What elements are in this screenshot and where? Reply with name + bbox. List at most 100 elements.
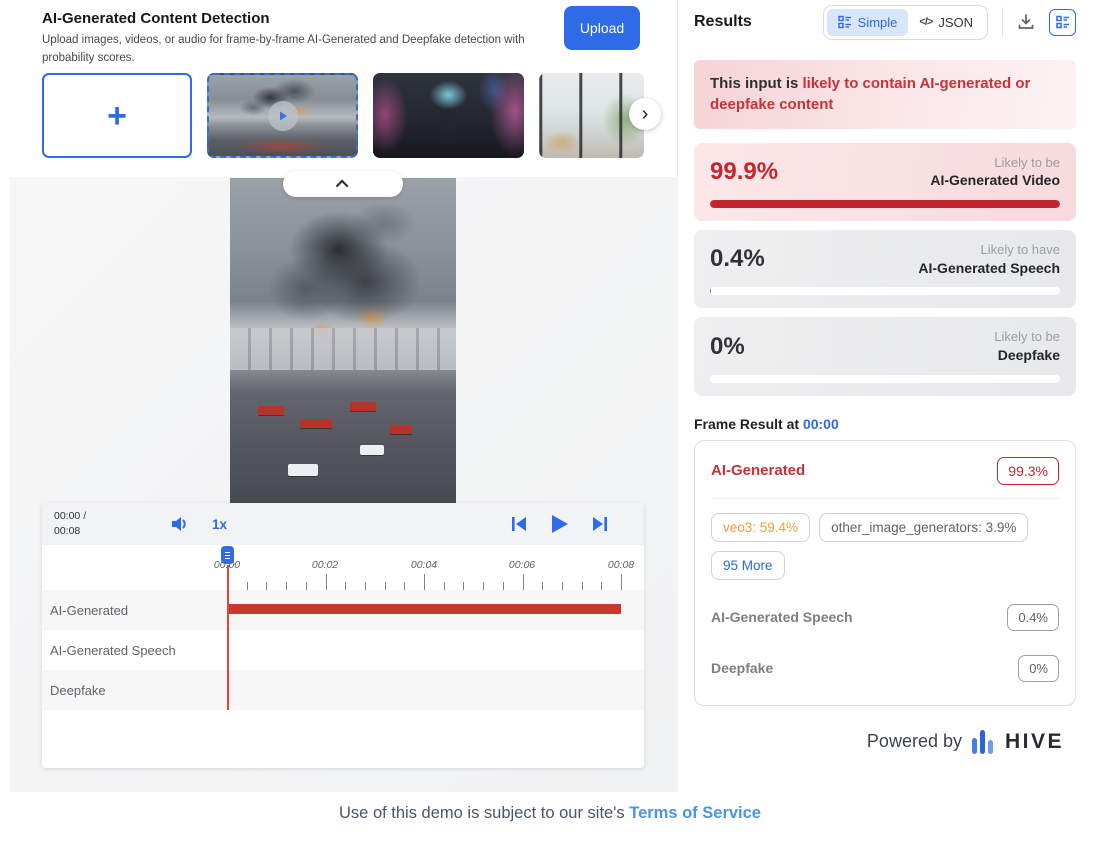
results-panel: Results Simple </> JSON [694,0,1076,754]
video-art-ambulance [288,464,318,476]
ruler-label: 00:04 [411,559,437,571]
video-art-firetruck [350,402,376,411]
skip-start-button[interactable] [511,516,528,532]
score-progress-fill [710,287,711,295]
skip-end-button[interactable] [591,516,608,532]
video-frame-image [230,178,456,503]
alert-prefix: This input is [710,75,803,92]
view-toggle: Simple </> JSON [823,5,988,40]
score-name: AI-Generated Video [930,171,1060,190]
frame-deepfake-row: Deepfake 0% [711,655,1059,682]
frame-deepfake-value-badge: 0% [1018,655,1059,682]
skip-start-icon [511,516,528,532]
score-value: 0% [710,333,745,361]
results-title: Results [694,13,752,31]
timeline-row-label: AI-Generated Speech [50,643,176,658]
toggle-json[interactable]: </> JSON [908,9,984,36]
add-file-button[interactable]: + [42,73,192,158]
timeline-row-label: Deepfake [50,683,106,698]
thumbnail-strip: + [42,73,644,162]
frame-result-label: Frame Result at 00:00 [694,416,1076,432]
chip-veo3[interactable]: veo3: 59.4% [711,513,810,542]
frame-card-divider [711,498,1059,499]
frame-result-card: AI-Generated 99.3% veo3: 59.4% other_ima… [694,440,1076,706]
form-list-icon [838,15,852,29]
score-sublabel: Likely to have [918,241,1060,259]
score-progress-fill [710,200,1060,208]
frame-result-time[interactable]: 00:00 [803,416,839,432]
ruler-label: 00:08 [608,559,634,571]
plus-icon: + [107,99,127,133]
score-value: 99.9% [710,158,778,186]
playback-speed-button[interactable]: 1x [212,517,227,532]
frame-speech-label: AI-Generated Speech [711,609,853,625]
form-list-icon [1056,15,1070,29]
thumbnails-next-button[interactable]: › [629,98,661,130]
download-icon [1017,13,1035,31]
score-card-ai-video: 99.9% Likely to be AI-Generated Video [694,143,1076,221]
toggle-json-label: JSON [938,15,973,30]
chip-more[interactable]: 95 More [711,551,785,580]
timeline-rows: AI-Generated AI-Generated Speech Deepfak… [42,590,644,710]
frame-deepfake-label: Deepfake [711,660,773,676]
header-divider [1002,7,1003,37]
generator-chips: veo3: 59.4% other_image_generators: 3.9%… [711,513,1059,580]
app-root: AI-Generated Content Detection Upload im… [0,0,1100,868]
time-display: 00:00 / 00:08 [54,509,112,539]
timeline-row-ai-speech: AI-Generated Speech [42,630,644,670]
score-card-deepfake: 0% Likely to be Deepfake [694,317,1076,395]
skip-end-icon [591,516,608,532]
media-stage: 00:00 / 00:08 1x [10,177,678,792]
speaker-icon [170,515,190,533]
page-description-line1: Upload images, videos, or audio for fram… [42,34,525,46]
video-art-building [230,328,456,370]
player-card: 00:00 / 00:08 1x [42,503,644,768]
timeline-ruler-ticks[interactable] [227,574,621,590]
detail-view-button[interactable] [1049,9,1076,36]
chip-other-generators[interactable]: other_image_generators: 3.9% [819,513,1028,542]
score-sublabel: Likely to be [994,328,1060,346]
hive-logo-icon [972,730,993,754]
thumbnail-image-cyberpunk[interactable] [373,73,524,158]
page-header: AI-Generated Content Detection Upload im… [0,0,677,68]
ruler-label: 00:02 [312,559,338,571]
frame-speech-row: AI-Generated Speech 0.4% [711,604,1059,631]
timeline-ruler-labels: 00:00 00:02 00:04 00:06 00:08 [42,559,644,573]
upload-button[interactable]: Upload [564,6,640,50]
volume-button[interactable] [170,515,190,533]
footer-text: Use of this demo is subject to our site'… [339,804,629,822]
collapse-preview-button[interactable] [283,171,403,197]
score-progress-track [710,287,1060,295]
score-name: AI-Generated Speech [918,259,1060,278]
ai-generated-detection-bar [227,604,621,614]
time-current: 00:00 / [54,509,112,524]
hive-wordmark: HIVE [1005,730,1064,754]
player-controls: 00:00 / 00:08 1x [42,503,644,545]
thumbnail-video-selected[interactable] [207,73,358,158]
timeline-row-label: AI-Generated [50,603,128,618]
frame-result-prefix: Frame Result at [694,416,803,432]
video-art-firetruck [258,406,284,415]
chevron-right-icon: › [642,103,649,126]
video-preview[interactable] [230,178,456,503]
terms-of-service-link[interactable]: Terms of Service [629,804,761,822]
frame-primary-value-badge: 99.3% [997,457,1059,485]
toggle-simple[interactable]: Simple [827,9,909,36]
timeline-row-ai-generated: AI-Generated [42,590,644,630]
timeline-playhead[interactable] [227,565,229,710]
download-button[interactable] [1015,11,1037,33]
play-overlay-icon [268,101,298,131]
time-total: 00:08 [54,524,112,539]
timeline-row-deepfake: Deepfake [42,670,644,710]
score-progress-track [710,200,1060,208]
video-art-ambulance [360,445,384,455]
frame-primary-label: AI-Generated [711,462,805,479]
page-description-line2: probability scores. [42,52,135,64]
chevron-up-icon [335,179,348,192]
score-card-ai-speech: 0.4% Likely to have AI-Generated Speech [694,230,1076,308]
play-button[interactable] [550,514,569,534]
timeline-scrubber-handle[interactable] [221,546,234,564]
score-progress-track [710,375,1060,383]
detection-alert-banner: This input is likely to contain AI-gener… [694,60,1076,129]
play-icon [550,514,569,534]
